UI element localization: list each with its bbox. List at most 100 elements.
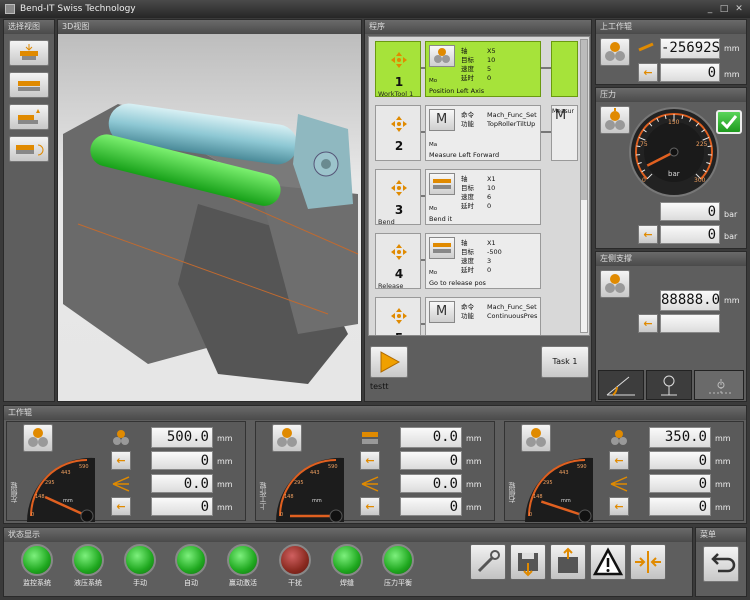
back-button[interactable] xyxy=(703,546,739,582)
left-support-target-display xyxy=(660,314,720,333)
save-program-button[interactable] xyxy=(510,544,546,580)
gauge-tick-label: 443 xyxy=(61,470,71,476)
position-icon xyxy=(391,116,407,132)
program-step-2[interactable]: 2 M 命令 Mach_Func_Set 功能 TopRollerTiltUp Ma… xyxy=(375,105,578,161)
gauge-tick-label: 148 xyxy=(533,494,543,500)
wrench-icon xyxy=(477,550,500,573)
minimize-icon[interactable]: _ xyxy=(704,3,716,15)
warning-icon xyxy=(592,547,624,576)
status-led xyxy=(382,544,414,576)
load-program-button[interactable] xyxy=(550,544,586,580)
machine-function-icon: M xyxy=(429,109,455,131)
program-step-1[interactable]: 1 WorkTool 1 轴 X5 目标 10 速度 5 延时 0 Mo Position… xyxy=(375,41,578,98)
roll-set-arrow[interactable]: ← xyxy=(111,451,131,470)
rollers-icon xyxy=(605,274,625,293)
work-roll-group-upper: 上工作辊 0 148 295 443 590 mm 0.0 ← 0 0.0 ← … xyxy=(255,421,495,523)
left-support-set-arrow[interactable]: ← xyxy=(638,314,658,333)
roll-set-arrow[interactable]: ← xyxy=(360,451,380,470)
gauge-tick-label: 148 xyxy=(284,494,294,500)
step-caption: Position Left Axis xyxy=(429,87,485,95)
roll-angle-display: 0.0 xyxy=(400,474,462,493)
pressure-value-display: 0 xyxy=(660,202,720,221)
task-button[interactable]: Task 1 xyxy=(541,346,589,378)
roll-select-button[interactable] xyxy=(272,424,302,452)
rollers-icon xyxy=(277,428,297,447)
roll-angle-set-arrow[interactable]: ← xyxy=(609,497,629,516)
upper-roll-target-display: 0 xyxy=(660,63,720,82)
view-front-icon xyxy=(20,44,38,60)
view-top-button[interactable] xyxy=(9,104,49,130)
roll-set-arrow[interactable]: ← xyxy=(609,451,629,470)
menu-panel: 菜单 xyxy=(695,527,747,597)
bend-axis-icon xyxy=(429,173,455,195)
roll-angle-target-display: 0 xyxy=(400,497,462,516)
view-side-icon xyxy=(18,81,40,91)
program-step-list[interactable]: 1 WorkTool 1 轴 X5 目标 10 速度 5 延时 0 Mo Position… xyxy=(368,36,590,336)
roll-label: 左侧辊 xyxy=(10,482,18,503)
title-bar: Bend-IT Swiss Technology _ □ ✕ xyxy=(0,0,750,18)
roll-label: 上工作辊 xyxy=(259,482,267,510)
pressure-balance-button[interactable] xyxy=(630,544,666,580)
program-panel: 程序 1 WorkTool 1 轴 X5 目标 10 速度 5 延时 0 Mo Posit… xyxy=(364,19,592,402)
status-led-label: 自动 xyxy=(184,579,198,587)
roll-angle-set-arrow[interactable]: ← xyxy=(111,497,131,516)
rollers-icon xyxy=(28,428,48,447)
rollers-icon xyxy=(605,42,625,61)
view-select-header: 选择视图 xyxy=(4,20,54,34)
close-icon[interactable]: ✕ xyxy=(733,3,745,15)
pressure-roll-icon xyxy=(605,108,625,130)
status-led xyxy=(331,544,363,576)
gauge-tick-label: 300 xyxy=(694,177,706,184)
pressure-select-button[interactable] xyxy=(600,106,630,134)
pressure-set-arrow[interactable]: ← xyxy=(638,225,658,244)
pressure-header: 压力 xyxy=(596,88,746,102)
scrollbar-thumb[interactable] xyxy=(581,40,587,200)
axes-icon xyxy=(709,377,733,394)
tab-view-support[interactable] xyxy=(646,370,692,400)
program-step-3[interactable]: 3 Bend 轴 X1 目标 10 速度 6 延时 0 Mo Bend it xyxy=(375,169,578,226)
view-side-button[interactable] xyxy=(9,72,49,98)
angle-small-icon xyxy=(112,476,130,492)
tab-view-axes[interactable] xyxy=(694,370,744,400)
tab-view-angle[interactable] xyxy=(598,370,644,400)
rollers-small-icon xyxy=(113,430,129,445)
gauge-tick-label: 75 xyxy=(640,141,648,148)
gauge-tick-label: 295 xyxy=(45,480,55,486)
work-roll-group-left: 左侧辊 0 148 295 443 590 mm 500.0 ← 0 0.0 ←… xyxy=(6,421,246,523)
step-list-scrollbar[interactable] xyxy=(580,39,588,333)
tool-edit-button[interactable] xyxy=(470,544,506,580)
roll-select-button[interactable] xyxy=(23,424,53,452)
program-step-5[interactable]: 5 M 命令Mach_Func_Set 功能ContinuousPres xyxy=(375,297,578,335)
load-icon xyxy=(558,547,578,573)
gauge-tick-label: 443 xyxy=(310,470,320,476)
step-number: 1 xyxy=(394,75,404,89)
status-led-label: 干扰 xyxy=(288,579,302,587)
left-support-select-button[interactable] xyxy=(600,270,630,298)
3d-view-panel: 3D视图 xyxy=(57,19,362,402)
roll-angle-target-display: 0 xyxy=(151,497,213,516)
run-program-button[interactable] xyxy=(370,346,408,378)
save-icon xyxy=(518,553,538,577)
roll-angle-set-arrow[interactable]: ← xyxy=(360,497,380,516)
machine-3d-viewport[interactable] xyxy=(58,34,361,401)
roll-angle-target-display: 0 xyxy=(649,497,711,516)
roll-position-gauge: 0 148 295 443 590 mm xyxy=(275,457,344,523)
view-rotate-button[interactable] xyxy=(9,136,49,162)
roll-select-button[interactable] xyxy=(521,424,551,452)
program-step-4[interactable]: 4 Release 轴 X1 目标 -500 速度 3 延时 0 Mo Go to rel… xyxy=(375,233,578,290)
status-led xyxy=(227,544,259,576)
play-icon xyxy=(380,351,401,373)
left-support-position-display: 88888.0 xyxy=(660,290,720,311)
alarm-button[interactable] xyxy=(590,544,626,580)
rollers-small-icon xyxy=(611,430,627,445)
gauge-tick-label: 0 xyxy=(642,177,646,184)
position-icon xyxy=(391,308,407,324)
maximize-icon[interactable]: □ xyxy=(718,3,730,15)
menu-header: 菜单 xyxy=(696,528,746,542)
upper-roll-set-arrow[interactable]: ← xyxy=(638,63,658,82)
roll-actual-display: 0.0 xyxy=(400,427,462,448)
checkmark-icon xyxy=(720,115,738,130)
upper-roll-select-button[interactable] xyxy=(600,38,630,66)
gauge-tick-label: 0 xyxy=(529,512,532,518)
view-front-button[interactable] xyxy=(9,40,49,66)
